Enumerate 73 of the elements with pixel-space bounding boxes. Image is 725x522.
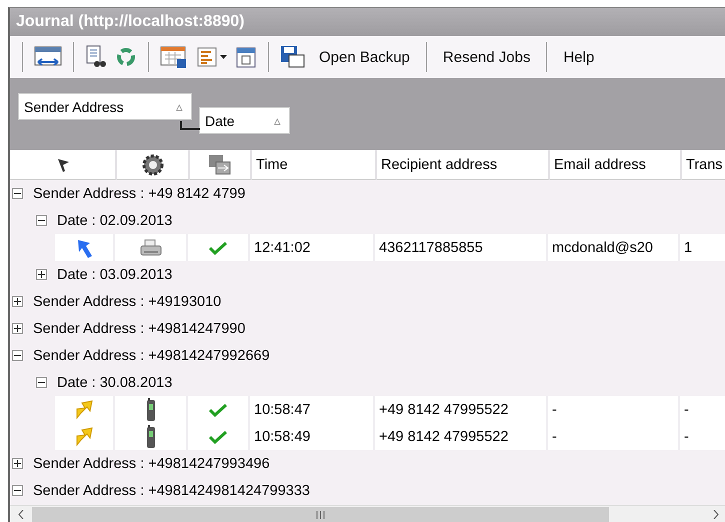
check-icon <box>209 240 227 254</box>
column-header[interactable]: Trans <box>682 150 725 180</box>
minus-icon <box>14 190 21 197</box>
group-label: Date : 03.09.2013 <box>57 266 172 282</box>
plus-icon <box>14 298 21 305</box>
group-field[interactable]: Date ▵ <box>199 107 290 134</box>
toolbar-button[interactable]: Open Backup <box>311 44 418 70</box>
scroll-thumb[interactable] <box>32 507 609 522</box>
flag-icon <box>56 158 70 172</box>
group-label: Sender Address : +49814247993496 <box>33 456 270 472</box>
plus-icon <box>14 460 21 467</box>
group-label: Sender Address : +49 8142 4799 <box>33 186 246 202</box>
table-cell: - <box>548 423 680 450</box>
group-label: Sender Address : +49814247990 <box>33 320 246 336</box>
mobile-phone-icon <box>146 398 156 422</box>
table-cell: 12:41:02 <box>250 234 375 261</box>
connector-line <box>180 121 200 130</box>
expander[interactable] <box>36 215 47 226</box>
sort-icon: ▵ <box>274 113 281 128</box>
horizontal-scrollbar[interactable] <box>10 505 725 522</box>
mobile-phone-icon <box>146 424 156 448</box>
gear-icon <box>140 152 164 176</box>
window-title: Journal (http://localhost:8890) <box>10 8 725 36</box>
table-cell: - <box>680 423 725 450</box>
toolbar-button[interactable]: Help <box>555 44 602 70</box>
sort-icon: ▵ <box>176 99 183 114</box>
minus-icon <box>14 352 21 359</box>
plus-icon <box>38 271 45 278</box>
group-field-label: Date <box>205 112 235 128</box>
column-header[interactable]: Email address <box>550 150 682 180</box>
arrow-icon <box>75 426 93 448</box>
column-header[interactable]: Recipient address <box>377 150 550 180</box>
chevron-left-icon <box>18 510 24 519</box>
arrow-icon <box>75 398 93 420</box>
list-icon <box>196 46 218 68</box>
caret-icon <box>220 55 227 59</box>
column-header[interactable] <box>190 150 252 180</box>
expander[interactable] <box>12 350 23 361</box>
group-label: Sender Address : +49193010 <box>33 294 222 310</box>
fax-icon <box>140 238 162 256</box>
minus-icon <box>38 217 45 224</box>
table-row[interactable]: 12:41:02 4362117885855 mcdonald@s20 1 <box>55 234 725 261</box>
check-icon <box>209 430 227 444</box>
expander[interactable] <box>36 269 47 280</box>
chevron-right-icon <box>713 510 719 519</box>
table-row[interactable]: 10:58:47 +49 8142 47995522 - - <box>55 396 725 423</box>
table-cell: 10:58:49 <box>250 423 375 450</box>
group-label: Sender Address : +49814247992669 <box>33 348 270 364</box>
check-icon <box>209 402 227 416</box>
table-cell: 1 <box>680 234 725 261</box>
group-label: Date : 30.08.2013 <box>57 374 172 390</box>
expander[interactable] <box>12 323 23 334</box>
group-field[interactable]: Sender Address ▵ <box>18 93 192 120</box>
group-label: Sender Address : +4981424981424799333 <box>33 482 310 498</box>
expander[interactable] <box>12 458 23 469</box>
minus-icon <box>38 379 45 386</box>
table-cell: mcdonald@s20 <box>548 234 680 261</box>
group-label: Date : 02.09.2013 <box>57 212 172 228</box>
expander[interactable] <box>12 296 23 307</box>
expander[interactable] <box>12 485 23 496</box>
expander[interactable] <box>36 377 47 388</box>
column-header[interactable]: Time <box>252 150 377 180</box>
table-cell: +49 8142 47995522 <box>375 423 548 450</box>
table-row[interactable]: 10:58:49 +49 8142 47995522 - - <box>55 423 725 450</box>
column-header[interactable] <box>117 150 190 180</box>
minus-icon <box>14 487 21 494</box>
group-field-label: Sender Address <box>24 98 124 114</box>
toolbar-button[interactable]: Resend Jobs <box>434 44 538 70</box>
transfer-icon <box>208 154 232 176</box>
table-cell: 4362117885855 <box>375 234 548 261</box>
expander[interactable] <box>12 188 23 199</box>
plus-icon <box>14 325 21 332</box>
arrow-icon <box>76 238 92 258</box>
